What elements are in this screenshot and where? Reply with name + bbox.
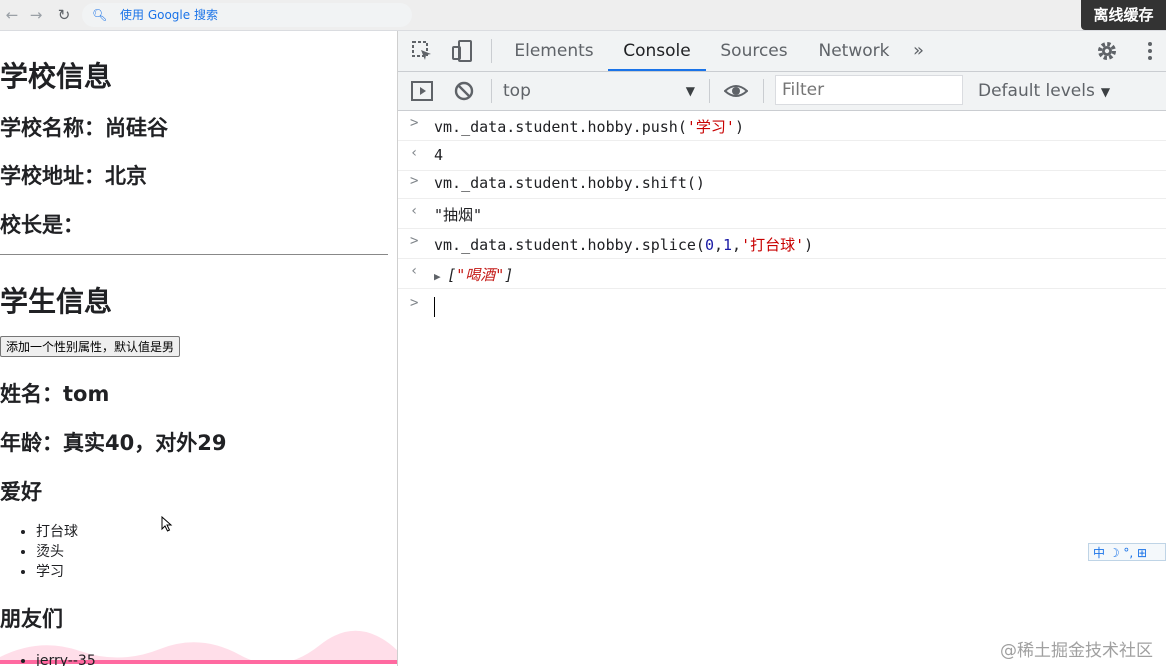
toolbar-divider	[491, 39, 492, 63]
toolbar-divider	[709, 79, 710, 103]
list-item: 学习	[36, 562, 78, 582]
forward-arrow-icon[interactable]: →	[26, 5, 46, 25]
context-selector[interactable]: top ▼	[503, 78, 701, 104]
text-cursor	[434, 297, 435, 317]
chevron-down-icon: ▼	[1100, 85, 1111, 99]
principal: 校长是：	[0, 213, 84, 237]
kebab-menu-icon[interactable]	[1138, 39, 1162, 63]
return-arrow-icon: ‹	[410, 263, 419, 279]
code-number: 0	[704, 236, 714, 254]
code-number: 1	[723, 236, 733, 254]
console-command: vm._data.student.hobby.splice(0,1,'打台球')	[434, 234, 813, 255]
school-name: 学校名称：尚硅谷	[0, 116, 168, 140]
hobby-heading: 爱好	[0, 480, 42, 504]
code-text: ,	[713, 236, 723, 254]
device-toolbar-icon[interactable]	[450, 39, 474, 63]
back-arrow-icon[interactable]: ←	[2, 5, 22, 25]
reload-icon[interactable]: ↻	[54, 5, 74, 25]
console-prompt-line[interactable]: >	[398, 291, 1166, 320]
console-toolbar: top ▼ Default levels ▼	[398, 72, 1166, 111]
return-arrow-icon: ‹	[410, 145, 419, 161]
toolbar-divider	[491, 79, 492, 103]
console-command: vm._data.student.hobby.push('学习')	[434, 116, 744, 137]
watermark: @稀土掘金技术社区	[1000, 641, 1153, 661]
add-gender-button[interactable]: 添加一个性别属性，默认值是男	[0, 336, 181, 357]
console-result-line[interactable]: ‹ ▶ ["喝酒"]	[398, 259, 1166, 289]
school-address: 学校地址：北京	[0, 164, 147, 188]
prompt-chevron-icon: >	[410, 295, 419, 311]
address-bar-text: 使用 Google 搜索	[120, 8, 218, 22]
console-result-line: ‹ "抽烟"	[398, 199, 1166, 229]
offline-cache-badge: 离线缓存	[1081, 0, 1166, 30]
code-string: '学习'	[686, 118, 735, 136]
context-selector-value: top	[503, 81, 531, 101]
show-sidebar-icon[interactable]	[410, 79, 434, 103]
student-heading: 学生信息	[0, 285, 113, 318]
expand-triangle-icon[interactable]: ▶	[434, 270, 447, 283]
friends-list: jerry--35	[18, 651, 96, 666]
devtools-panel: Elements Console Sources Network » top ▼	[397, 31, 1166, 666]
chevron-right-icon: >	[410, 233, 419, 249]
more-tabs-icon[interactable]: »	[913, 31, 924, 71]
code-text: )	[734, 118, 744, 136]
console-input-line: > vm._data.student.hobby.push('学习')	[398, 111, 1166, 141]
list-item: 烫头	[36, 542, 78, 562]
code-text: ,	[732, 236, 742, 254]
code-text: ]	[504, 266, 514, 284]
ime-toolbar[interactable]: 中 ☽ °, ⊞	[1088, 543, 1166, 561]
devtools-tab-bar: Elements Console Sources Network »	[398, 31, 1166, 72]
console-command: vm._data.student.hobby.shift()	[434, 174, 705, 192]
code-string: "喝酒"	[456, 266, 505, 284]
school-heading: 学校信息	[0, 60, 113, 93]
divider	[0, 254, 388, 255]
tab-sources[interactable]: Sources	[713, 31, 795, 71]
log-levels-dropdown[interactable]: Default levels ▼	[978, 78, 1110, 104]
chevron-down-icon: ▼	[685, 84, 695, 98]
code-text: )	[804, 236, 814, 254]
toolbar-divider	[763, 79, 764, 103]
list-item: 打台球	[36, 522, 78, 542]
list-item: jerry--35	[36, 651, 96, 666]
code-text: vm._data.student.hobby.splice(	[434, 236, 705, 254]
console-result: "抽烟"	[434, 206, 483, 224]
inspect-element-icon[interactable]	[410, 39, 434, 63]
tab-network[interactable]: Network	[808, 31, 900, 71]
log-levels-label: Default levels	[978, 81, 1095, 101]
console-result: 4	[434, 146, 444, 164]
live-expression-eye-icon[interactable]	[724, 79, 748, 103]
student-name: 姓名：tom	[0, 382, 110, 406]
console-output[interactable]: > vm._data.student.hobby.push('学习') ‹ 4 …	[398, 111, 1166, 666]
gear-icon[interactable]	[1095, 39, 1119, 63]
mouse-pointer-icon	[161, 516, 173, 532]
filter-input[interactable]	[775, 75, 963, 105]
search-icon: 🔍︎	[92, 8, 108, 22]
console-result-line: ‹ 4	[398, 141, 1166, 171]
console-result-array[interactable]: ▶ ["喝酒"]	[434, 264, 513, 285]
browser-toolbar: ← → ↻ 🔍︎ 使用 Google 搜索 离线缓存	[0, 0, 1166, 31]
chevron-right-icon: >	[410, 115, 419, 131]
tab-console[interactable]: Console	[608, 31, 706, 71]
tab-elements[interactable]: Elements	[508, 31, 600, 71]
address-bar[interactable]: 🔍︎ 使用 Google 搜索	[82, 3, 412, 27]
return-arrow-icon: ‹	[410, 203, 419, 219]
chevron-right-icon: >	[410, 173, 419, 189]
console-input-line: > vm._data.student.hobby.shift()	[398, 169, 1166, 199]
code-text: vm._data.student.hobby.push(	[434, 118, 687, 136]
clear-console-icon[interactable]	[452, 79, 476, 103]
console-input-line: > vm._data.student.hobby.splice(0,1,'打台球…	[398, 229, 1166, 259]
code-text: [	[447, 266, 457, 284]
code-string: '打台球'	[741, 236, 805, 254]
page-viewport: 学校信息 学校名称：尚硅谷 学校地址：北京 校长是： 学生信息 添加一个性别属性…	[0, 31, 397, 666]
student-age: 年龄：真实40，对外29	[0, 431, 227, 455]
hobby-list: 打台球 烫头 学习	[18, 522, 78, 582]
